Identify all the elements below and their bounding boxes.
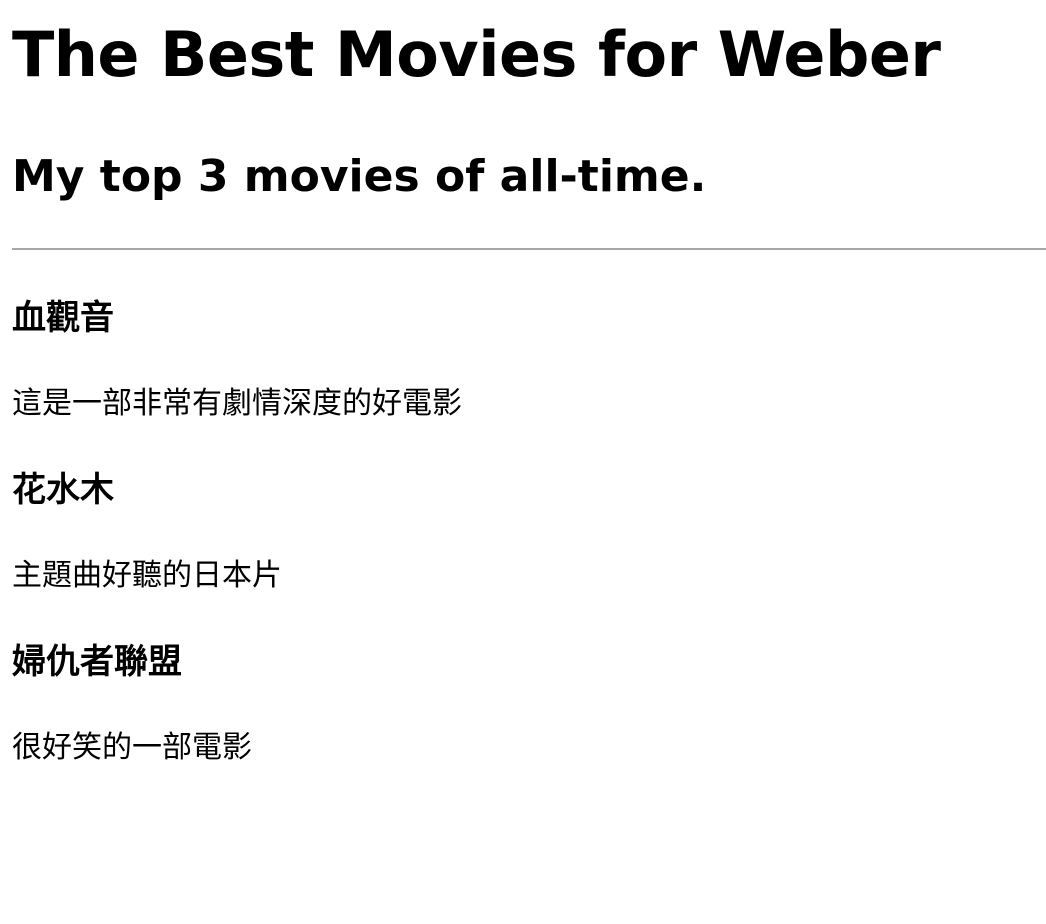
movie-title: 血觀音 (12, 298, 114, 338)
divider (12, 248, 1046, 250)
movie-description: 這是一部非常有劇情深度的好電影 (12, 386, 462, 421)
page: The Best Movies for Weber My top 3 movie… (0, 0, 1046, 924)
movie-title: 婦仇者聯盟 (12, 642, 182, 682)
movie-description: 主題曲好聽的日本片 (12, 558, 282, 593)
page-subtitle: My top 3 movies of all-time. (12, 151, 707, 202)
page-title: The Best Movies for Weber (12, 18, 941, 91)
movie-title: 花水木 (12, 470, 114, 510)
movie-description: 很好笑的一部電影 (12, 730, 252, 765)
